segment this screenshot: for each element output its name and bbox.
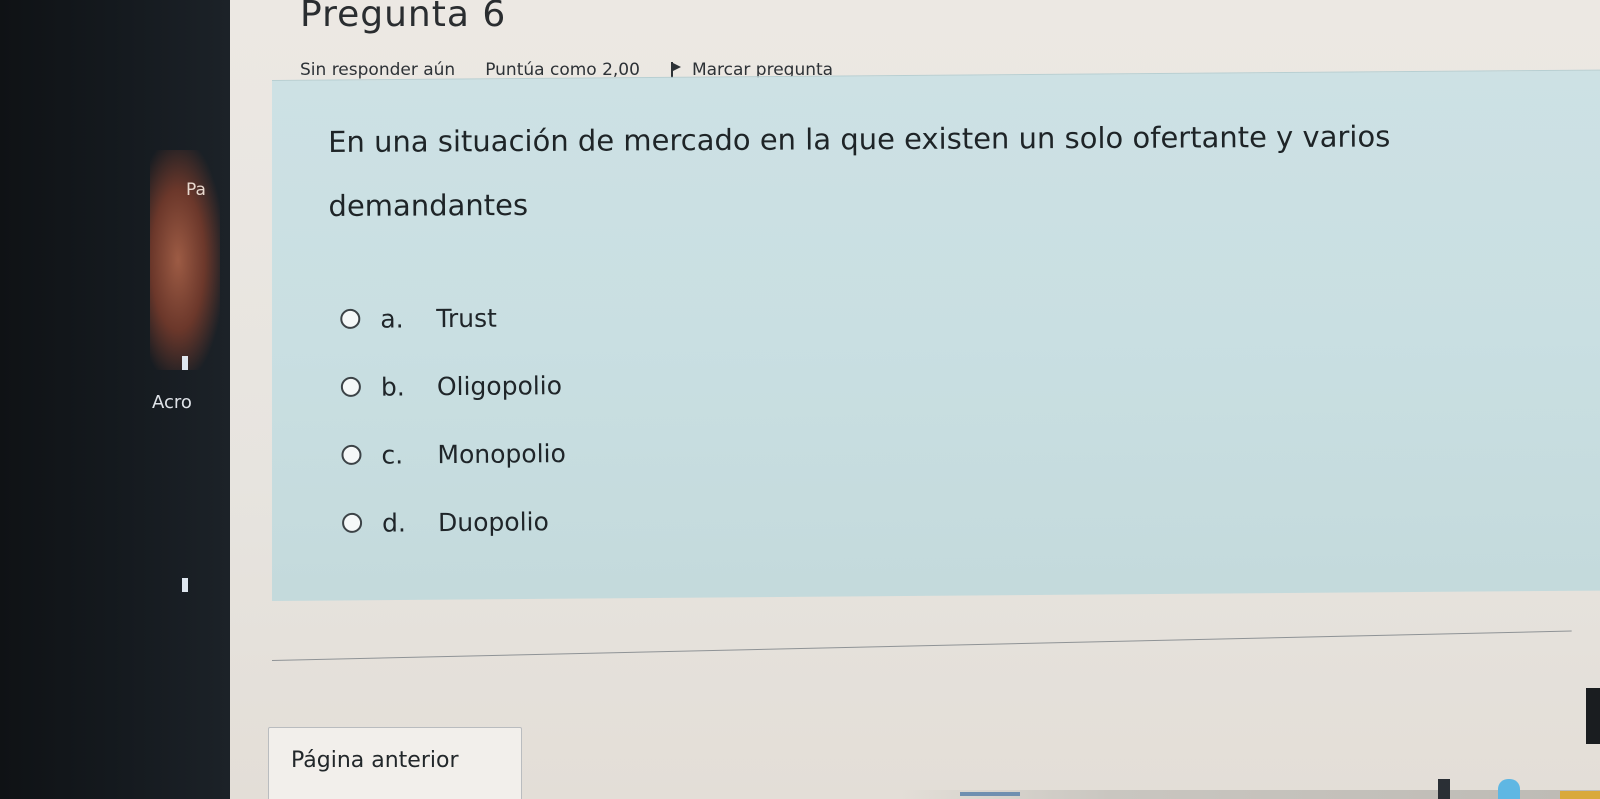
question-status: Sin responder aún [300, 60, 456, 80]
answer-letter: d. [381, 507, 407, 538]
taskbar-app-icon[interactable] [1560, 791, 1600, 799]
question-text: En una situación de mercado en la que ex… [328, 119, 1391, 223]
sidebar-label-acro: Acro [152, 392, 192, 413]
screen: Pa Acro Pregunta 6 Sin responder aún Pun… [0, 0, 1600, 799]
radio-button-a[interactable] [340, 308, 361, 329]
answer-option-d[interactable]: d. Duopolio [341, 487, 567, 557]
window-edge [1586, 688, 1600, 744]
answer-letter: a. [380, 303, 404, 334]
left-sidebar [0, 0, 230, 799]
answer-text: Trust [436, 303, 497, 333]
flag-icon [668, 62, 682, 78]
taskbar-app-icon[interactable] [1498, 779, 1520, 799]
answer-option-b[interactable]: b. Oligopolio [340, 351, 566, 421]
section-divider [272, 630, 1572, 661]
sidebar-marker [182, 578, 188, 592]
answer-text: Monopolio [437, 438, 566, 469]
answer-text: Oligopolio [436, 370, 563, 401]
answer-option-a[interactable]: a. Trust [340, 283, 565, 353]
taskbar-app-icon[interactable] [960, 792, 1020, 796]
sidebar-marker [182, 356, 188, 370]
answer-option-c[interactable]: c. Monopolio [341, 419, 566, 489]
question-title: Pregunta 6 [300, 0, 507, 35]
previous-page-button[interactable]: Página anterior [268, 727, 522, 799]
radio-button-c[interactable] [341, 444, 362, 465]
answer-text: Duopolio [437, 506, 549, 537]
taskbar-app-icon[interactable] [1438, 779, 1450, 799]
radio-button-d[interactable] [341, 512, 363, 533]
radio-button-b[interactable] [340, 376, 361, 397]
answer-letter: b. [380, 371, 405, 402]
answer-letter: c. [381, 439, 404, 470]
sidebar-glow [150, 150, 220, 370]
sidebar-label-pa: Pa [186, 180, 206, 200]
answer-options: a. Trust b. Oligopolio c. Monopolio d. D… [340, 283, 567, 557]
